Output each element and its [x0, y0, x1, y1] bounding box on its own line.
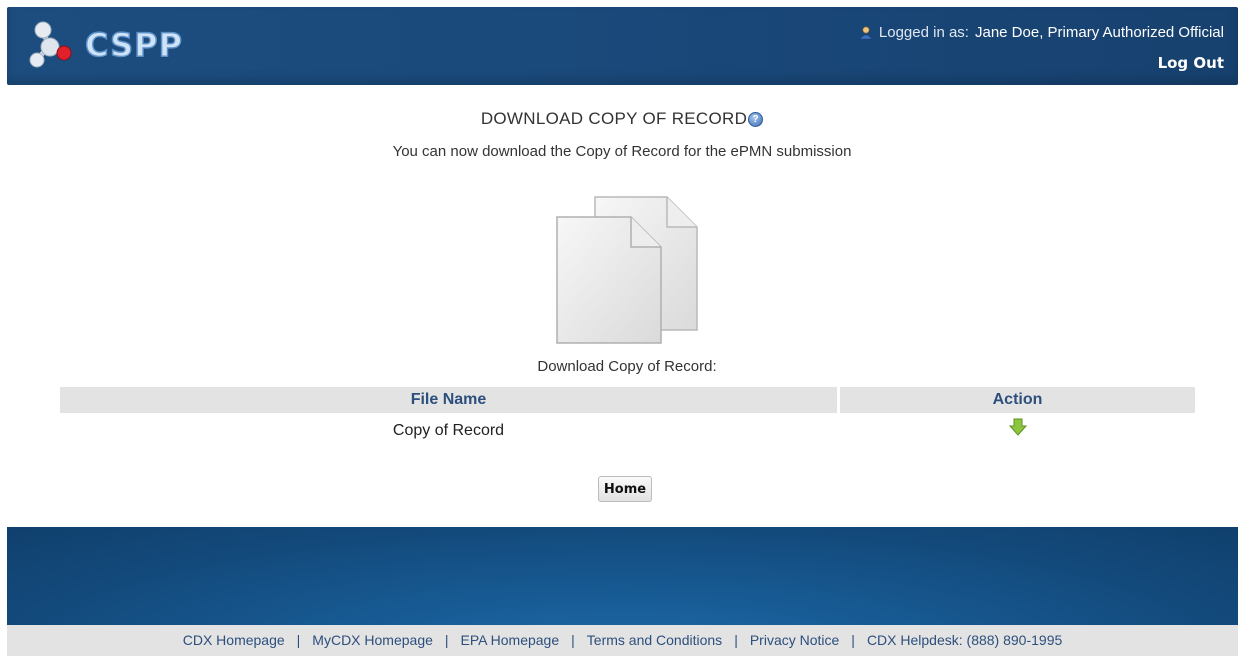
footer-link-epa-homepage[interactable]: EPA Homepage — [461, 632, 560, 648]
column-header-action: Action — [840, 387, 1195, 413]
documents-icon — [556, 196, 698, 344]
table-cell-file-name: Copy of Record — [392, 422, 505, 439]
footer-link-helpdesk[interactable]: CDX Helpdesk: (888) 890-1995 — [867, 632, 1062, 648]
logo-text: CSPP — [84, 25, 184, 65]
logout-link[interactable]: Log Out — [1158, 54, 1224, 72]
download-arrow-icon — [1008, 418, 1027, 436]
home-button[interactable]: Home — [598, 476, 652, 502]
user-icon — [859, 25, 873, 39]
footer-banner — [7, 527, 1238, 625]
user-name: Jane Doe, Primary Authorized Official — [974, 24, 1224, 41]
footer-separator: | — [734, 632, 738, 648]
login-prefix: Logged in as: — [878, 24, 969, 41]
page-title-text: DOWNLOAD COPY OF RECORD — [480, 109, 748, 128]
footer-link-privacy[interactable]: Privacy Notice — [750, 632, 839, 648]
footer-separator: | — [851, 632, 855, 648]
page-title: DOWNLOAD COPY OF RECORD? — [0, 109, 1244, 129]
header-bar: CSPP Logged in as: Jane Doe, Primary Aut… — [7, 7, 1238, 85]
footer-separator: | — [444, 632, 449, 648]
help-icon[interactable]: ? — [748, 112, 764, 127]
footer-link-mycdx-homepage[interactable]: MyCDX Homepage — [312, 632, 433, 648]
footer-separator: | — [571, 632, 575, 648]
footer-link-cdx-homepage[interactable]: CDX Homepage — [183, 632, 285, 648]
download-label: Download Copy of Record: — [537, 358, 717, 375]
column-header-file-name: File Name — [60, 387, 837, 413]
footer-links: CDX Homepage | MyCDX Homepage | EPA Homepage… — [7, 625, 1238, 656]
cspp-logo[interactable]: CSPP — [27, 19, 183, 71]
molecule-logo-icon — [29, 21, 72, 68]
footer-separator: | — [296, 632, 301, 648]
page-subtitle: You can now download the Copy of Record … — [392, 143, 852, 160]
download-button[interactable] — [840, 418, 1195, 441]
footer-link-terms[interactable]: Terms and Conditions — [587, 632, 722, 648]
login-info: Logged in as: Jane Doe, Primary Authoriz… — [859, 24, 1224, 41]
